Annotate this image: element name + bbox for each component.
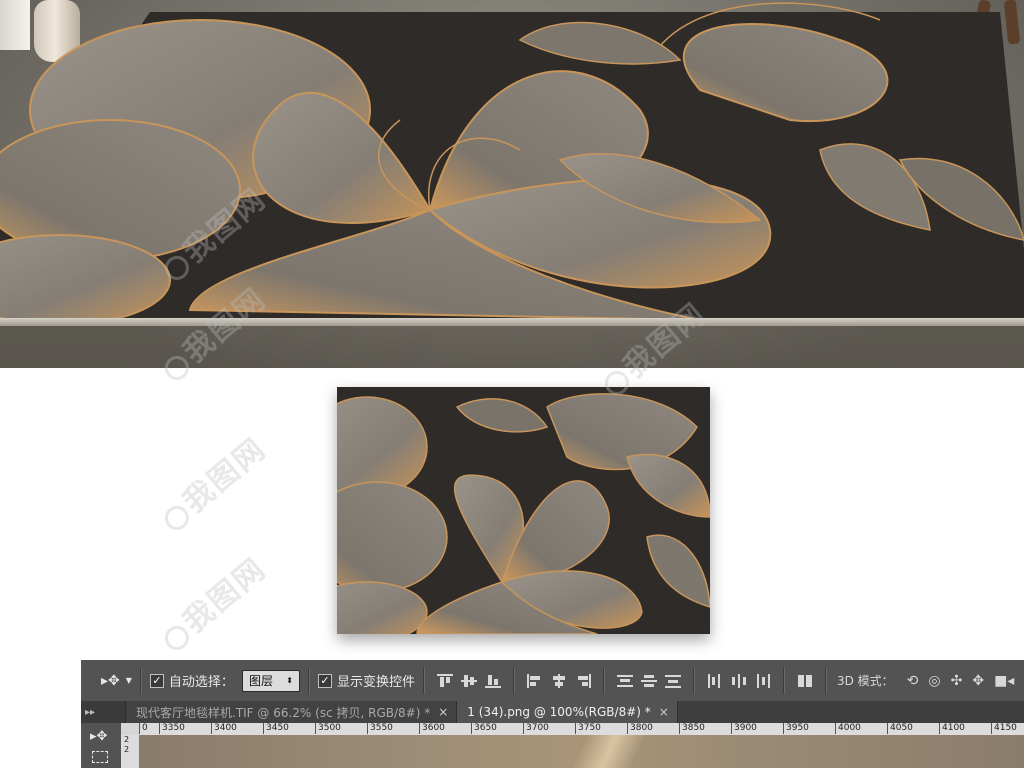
- photoshop-window: ▸✥ ▼ ✓ 自动选择： 图层 ⬍ ✓ 显示变换控件 3D 模式： ⟲ ◎ ✣ …: [81, 660, 1024, 768]
- tab-label: 1 (34).png @ 100%(RGB/8#) *: [467, 705, 651, 719]
- distribute-top-icon[interactable]: [616, 674, 633, 688]
- vertical-ruler: 2 2: [121, 735, 139, 768]
- distribute-hcenter-icon[interactable]: [731, 673, 747, 688]
- align-top-icon[interactable]: [436, 673, 453, 688]
- floral-carpet: [0, 2, 1024, 326]
- carpet-design-preview: [337, 387, 710, 634]
- drag-3d-icon[interactable]: ✣: [951, 673, 963, 689]
- chevron-down-icon: ▼: [125, 676, 132, 685]
- separator: [602, 667, 605, 694]
- auto-align-layers-icon[interactable]: [797, 674, 813, 688]
- align-left-icon[interactable]: [526, 673, 543, 688]
- floral-design-image: [337, 387, 710, 634]
- ruler-tick: 3500: [315, 723, 341, 734]
- align-hcenter-icon[interactable]: [551, 673, 567, 688]
- tab-png-document[interactable]: 1 (34).png @ 100%(RGB/8#) * ×: [457, 701, 678, 723]
- marquee-tool-button[interactable]: [92, 751, 108, 763]
- ruler-tick: 4000: [835, 723, 861, 734]
- auto-select-value: 图层: [248, 674, 273, 688]
- close-icon[interactable]: ×: [438, 705, 448, 719]
- show-transform-label: 显示变换控件: [336, 675, 415, 690]
- distribute-bottom-icon[interactable]: [664, 674, 681, 688]
- tools-panel-collapse[interactable]: ▸▸: [81, 701, 126, 723]
- document-canvas[interactable]: [139, 735, 1024, 768]
- close-icon[interactable]: ×: [659, 705, 669, 719]
- align-right-icon[interactable]: [575, 673, 591, 688]
- separator: [782, 667, 785, 694]
- auto-select-label: 自动选择：: [168, 675, 234, 690]
- watermark: 我图网: [150, 545, 273, 658]
- watermark: 我图网: [150, 425, 273, 538]
- ruler-tick: 4100: [939, 723, 965, 734]
- ruler-tick: 3550: [367, 723, 393, 734]
- ruler-tick: 3950: [783, 723, 809, 734]
- carpet-edge: [0, 318, 1024, 326]
- ruler-tick: 3800: [627, 723, 653, 734]
- auto-select-dropdown[interactable]: 图层 ⬍: [241, 669, 300, 692]
- show-transform-checkbox[interactable]: ✓: [317, 673, 332, 688]
- roll-3d-icon[interactable]: ◎: [928, 673, 940, 689]
- mode-3d-label: 3D 模式：: [836, 674, 894, 688]
- canvas-shadow: [571, 735, 647, 768]
- ruler-tick: 3600: [419, 723, 445, 734]
- ruler-tick: 3650: [471, 723, 497, 734]
- separator: [824, 667, 827, 694]
- distribute-vcenter-icon[interactable]: [640, 674, 657, 688]
- move-tool-button[interactable]: ▸✥: [90, 729, 112, 747]
- ruler-tick: 3350: [159, 723, 185, 734]
- ruler-corner: [121, 723, 139, 735]
- ruler-tick: 0: [139, 723, 148, 734]
- separator: [422, 667, 425, 694]
- tools-panel: ▸✥: [81, 723, 122, 768]
- align-vcenter-icon[interactable]: [460, 674, 477, 688]
- tab-label: 现代客厅地毯样机.TIF @ 66.2% (sc 拷贝, RGB/8#) *: [136, 705, 431, 720]
- document-tab-bar: ▸▸ 现代客厅地毯样机.TIF @ 66.2% (sc 拷贝, RGB/8#) …: [81, 701, 1024, 723]
- tool-preset-picker[interactable]: ▸✥ ▼: [101, 673, 132, 689]
- ruler-tick: 3750: [575, 723, 601, 734]
- ruler-tick: 3850: [679, 723, 705, 734]
- auto-select-checkbox[interactable]: ✓: [149, 673, 164, 688]
- distribute-left-icon[interactable]: [707, 673, 723, 688]
- options-bar: ▸✥ ▼ ✓ 自动选择： 图层 ⬍ ✓ 显示变换控件 3D 模式： ⟲ ◎ ✣ …: [81, 660, 1024, 702]
- room-mockup-photo: [0, 0, 1024, 368]
- vruler-tick: 2: [124, 745, 130, 754]
- align-bottom-icon[interactable]: [484, 674, 501, 688]
- ruler-tick: 3700: [523, 723, 549, 734]
- ruler-tick: 3400: [211, 723, 237, 734]
- separator: [692, 667, 695, 694]
- ruler-tick: 4050: [887, 723, 913, 734]
- updown-arrow-icon: ⬍: [286, 676, 293, 685]
- distribute-right-icon[interactable]: [755, 673, 771, 688]
- ruler-tick: 3450: [263, 723, 289, 734]
- camera-3d-icon[interactable]: ■◂: [994, 673, 1014, 689]
- ruler-tick: 4150: [991, 723, 1017, 734]
- slide-3d-icon[interactable]: ✥: [972, 673, 984, 689]
- move-tool-icon: ▸✥: [101, 672, 120, 689]
- rotate-3d-icon[interactable]: ⟲: [907, 673, 919, 689]
- separator: [307, 667, 310, 694]
- separator: [139, 667, 142, 694]
- ruler-tick: 3900: [731, 723, 757, 734]
- tab-carpet-mockup[interactable]: 现代客厅地毯样机.TIF @ 66.2% (sc 拷贝, RGB/8#) * ×: [126, 701, 458, 723]
- separator: [512, 667, 515, 694]
- vruler-tick: 2: [124, 735, 130, 744]
